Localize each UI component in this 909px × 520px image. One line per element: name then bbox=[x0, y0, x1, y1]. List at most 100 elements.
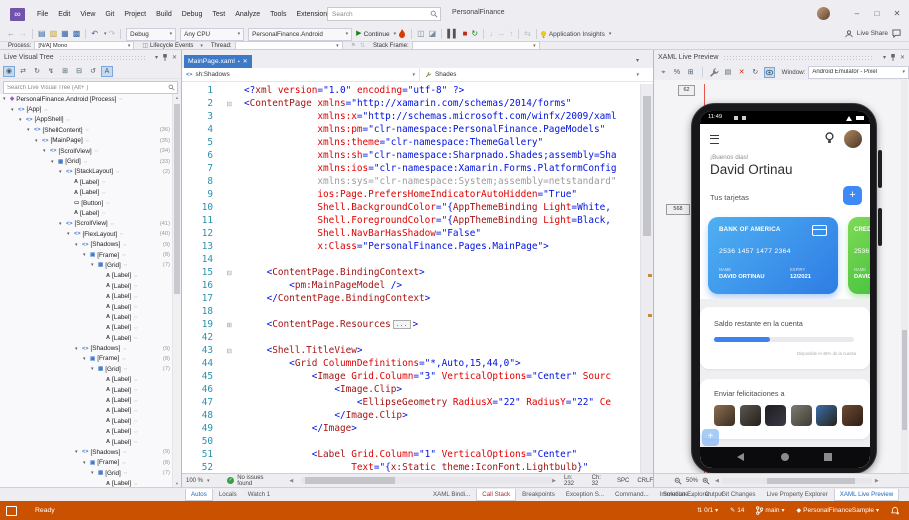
profile-avatar[interactable] bbox=[844, 130, 862, 148]
menu-debug[interactable]: Debug bbox=[177, 8, 208, 22]
pause-icon[interactable]: ▌▌ bbox=[447, 28, 458, 40]
solution-configuration-dropdown[interactable]: Debug▾ bbox=[126, 28, 176, 41]
new-project-icon[interactable]: ▤ bbox=[38, 28, 46, 40]
continue-button[interactable]: Continue bbox=[364, 31, 390, 38]
undo-icon[interactable]: ↶ bbox=[91, 28, 98, 40]
pin-icon[interactable] bbox=[890, 54, 896, 61]
layout-grid-icon[interactable]: ⊞ bbox=[685, 67, 696, 78]
document-tab-mainpage[interactable]: MainPage.xaml ▪ ✕ bbox=[184, 55, 252, 68]
application-insights-button[interactable]: Application Insights bbox=[549, 31, 605, 38]
save-all-icon[interactable]: ▩ bbox=[73, 28, 81, 40]
refresh-icon[interactable]: ↻ bbox=[31, 66, 43, 77]
account-avatar[interactable] bbox=[817, 7, 830, 20]
member-breadcrumb-dropdown[interactable]: Shades ▾ bbox=[420, 68, 653, 81]
code-line[interactable]: 49 </Image> bbox=[182, 422, 641, 435]
tree-row[interactable]: A[Label]⇔ bbox=[0, 188, 173, 198]
window-position-caret-icon[interactable]: ▾ bbox=[155, 54, 158, 61]
tree-row[interactable]: ▾<>[ScrollView]⇔(34) bbox=[0, 146, 173, 156]
tab-solution-explorer[interactable]: Solution Explorer bbox=[658, 489, 715, 501]
collapse-all-icon[interactable]: ⊟ bbox=[73, 66, 85, 77]
tree-row[interactable]: ▾▦[Grid]⇔(7) bbox=[0, 468, 173, 478]
fold-marker-icon[interactable]: ⊟ bbox=[213, 100, 244, 108]
code-line[interactable]: 47 <EllipseGeometry RadiusX="22" RadiusY… bbox=[182, 396, 641, 409]
code-line[interactable]: 7 xmlns:ios="clr-namespace:Xamarin.Forms… bbox=[182, 162, 641, 175]
expander-icon[interactable]: ▾ bbox=[19, 117, 26, 123]
tree-row[interactable]: A[Label]⇔ bbox=[0, 416, 173, 426]
scrollbar-thumb[interactable] bbox=[174, 104, 180, 294]
contact-avatar[interactable] bbox=[791, 405, 812, 426]
tree-search-input[interactable]: Search Live Visual Tree (Alt+`) bbox=[3, 81, 178, 94]
redo-icon[interactable]: ↷ bbox=[108, 28, 115, 40]
code-line[interactable]: 43⊟ <Shell.TitleView> bbox=[182, 344, 641, 357]
editor-zoom-dropdown[interactable]: 100 % ▾ bbox=[182, 478, 219, 484]
minimize-button[interactable]: – bbox=[849, 6, 865, 21]
expander-icon[interactable]: ▾ bbox=[75, 346, 82, 352]
pin-icon[interactable] bbox=[162, 54, 168, 61]
open-file-icon[interactable]: ▧ bbox=[50, 28, 58, 40]
tree-row[interactable]: A[Label]⇔ bbox=[0, 427, 173, 437]
expander-icon[interactable]: ▾ bbox=[75, 449, 82, 455]
zoom-out-icon[interactable] bbox=[674, 477, 682, 485]
zoom-in-icon[interactable] bbox=[702, 477, 710, 485]
code-map-icon[interactable]: ⇆ bbox=[524, 28, 531, 40]
scrollbar-thumb[interactable] bbox=[643, 96, 651, 236]
tree-row[interactable]: A[Label]⇔ bbox=[0, 291, 173, 301]
lightbulb-icon[interactable] bbox=[825, 132, 834, 144]
code-line[interactable]: 8 xmlns:sys="clr-namespace:System;assemb… bbox=[182, 175, 641, 188]
add-card-button[interactable]: + bbox=[843, 186, 862, 205]
close-panel-icon[interactable]: ✕ bbox=[172, 54, 177, 61]
tab-locals[interactable]: Locals bbox=[214, 489, 242, 501]
tab-xaml-bindi[interactable]: XAML Bindi... bbox=[428, 489, 475, 501]
expander-icon[interactable]: ▾ bbox=[83, 460, 90, 466]
tab-exception-s[interactable]: Exception S... bbox=[561, 489, 609, 501]
code-line[interactable]: 14 bbox=[182, 253, 641, 266]
code-line[interactable]: 46 <Image.Clip> bbox=[182, 383, 641, 396]
balance-card[interactable]: Saldo restante en la cuenta Disponible e… bbox=[700, 307, 870, 369]
continue-caret-icon[interactable]: ▾ bbox=[394, 31, 397, 37]
credit-card-blue[interactable]: BANK OF AMERICA 2536 1457 1477 2364 NAME… bbox=[708, 217, 838, 294]
tree-row[interactable]: A[Label]⇔ bbox=[0, 385, 173, 395]
save-icon[interactable]: ▦ bbox=[61, 28, 69, 40]
tree-row[interactable]: A[Label]⇔ bbox=[0, 478, 173, 487]
tree-row[interactable]: A[Label]⇔ bbox=[0, 437, 173, 447]
hscroll-right-icon[interactable]: ▶ bbox=[875, 478, 879, 484]
preview-canvas[interactable]: 62 568 11:49 ¡Buenos dias! bbox=[654, 80, 909, 474]
android-recents-icon[interactable] bbox=[824, 453, 832, 461]
step-out-icon[interactable]: ↑ bbox=[509, 28, 513, 40]
tree-row[interactable]: ▾▣[Frame]⇔(8) bbox=[0, 250, 173, 260]
code-line[interactable]: 3 xmlns:x="http://schemas.microsoft.com/… bbox=[182, 110, 641, 123]
code-line[interactable]: 44 <Grid ColumnDefinitions="*,Auto,15,44… bbox=[182, 357, 641, 370]
add-contact-button[interactable]: + bbox=[702, 429, 719, 446]
stop-icon[interactable]: ■ bbox=[463, 28, 468, 40]
android-back-icon[interactable] bbox=[737, 453, 744, 461]
code-line[interactable]: 5 xmlns:theme="clr-namespace:ThemeGaller… bbox=[182, 136, 641, 149]
tree-row[interactable]: A[Label]⇔ bbox=[0, 312, 173, 322]
phone-screen[interactable]: 11:49 ¡Buenos dias! David Ortinau Tus ta… bbox=[700, 111, 870, 468]
background-tasks-icon[interactable] bbox=[6, 506, 17, 516]
drag-grip[interactable] bbox=[59, 55, 146, 60]
tree-row[interactable]: A[Label]⇔ bbox=[0, 302, 173, 312]
scroll-down-icon[interactable]: ▼ bbox=[173, 481, 181, 486]
expander-icon[interactable]: ▾ bbox=[35, 138, 42, 144]
step-over-icon[interactable]: → bbox=[497, 28, 505, 40]
tree-row[interactable]: A[Label]⇔ bbox=[0, 333, 173, 343]
expander-icon[interactable]: ▾ bbox=[83, 252, 90, 258]
code-line[interactable]: 17 </ContentPage.BindingContext> bbox=[182, 292, 641, 305]
tree-row[interactable]: ▾▣[Frame]⇔(8) bbox=[0, 458, 173, 468]
close-preview-icon[interactable]: ✕ bbox=[736, 67, 747, 78]
expander-icon[interactable]: ▾ bbox=[27, 127, 34, 133]
expander-icon[interactable]: ▾ bbox=[91, 470, 98, 476]
debug-target-window-icon[interactable]: ◫ bbox=[417, 28, 425, 40]
code-line[interactable]: 15⊟ <ContentPage.BindingContext> bbox=[182, 266, 641, 279]
preview-selection-icon[interactable]: ↯ bbox=[45, 66, 57, 77]
expander-icon[interactable]: ▾ bbox=[83, 356, 90, 362]
search-input[interactable]: Search bbox=[327, 7, 441, 21]
menu-build[interactable]: Build bbox=[151, 8, 177, 22]
select-element-icon[interactable]: ◉ bbox=[3, 66, 15, 77]
application-insights-caret-icon[interactable]: ▾ bbox=[609, 31, 612, 37]
menu-git[interactable]: Git bbox=[100, 8, 119, 22]
expander-icon[interactable]: ▾ bbox=[59, 169, 66, 175]
element-breadcrumb-dropdown[interactable]: <> sh:Shadows ▾ bbox=[182, 68, 420, 81]
code-line[interactable]: 48 </Image.Clip> bbox=[182, 409, 641, 422]
feedback-icon[interactable] bbox=[892, 29, 901, 38]
